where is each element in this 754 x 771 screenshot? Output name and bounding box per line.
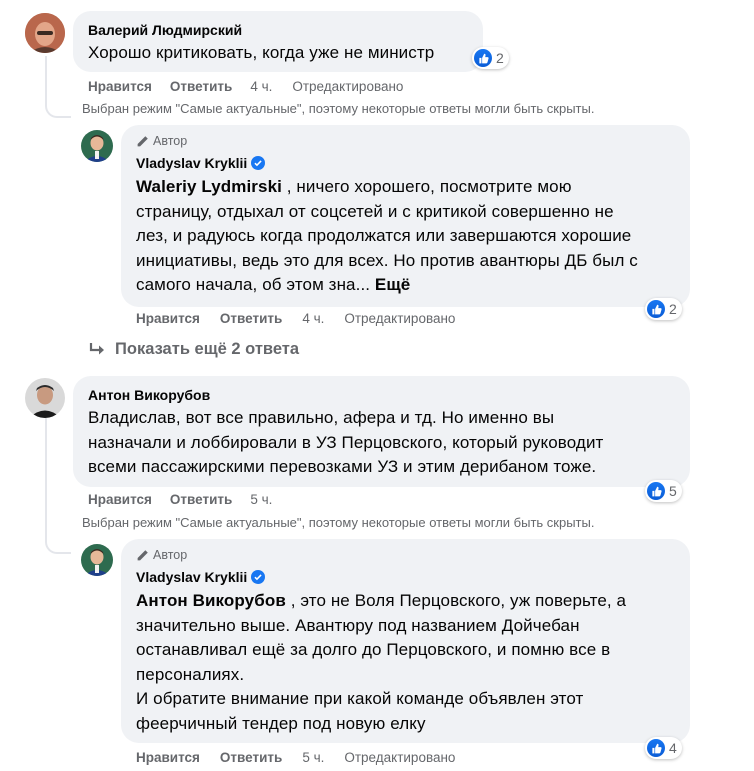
comment-line: Антон Викорубов , это не Воля Перцовског… (136, 589, 681, 614)
like-button[interactable]: Нравится (136, 311, 200, 326)
comment-text: Waleriy Lydmirski , ничего хорошего, пос… (136, 175, 681, 298)
comment-text: Владислав, вот все правильно, афера и тд… (88, 406, 688, 480)
author-badge-label: Автор (153, 548, 188, 562)
reaction-count[interactable]: 4 (645, 737, 682, 759)
comment-actions: Нравится Ответить 4 ч. Отредактировано (136, 311, 455, 326)
thread-connector (45, 418, 71, 554)
comment-line: значительно выше. Авантюру под названием… (136, 615, 580, 635)
author-name[interactable]: Vladyslav Kryklii (136, 569, 247, 585)
comment-line: назначали и лоббировали в УЗ Перцовского… (88, 432, 604, 452)
show-more-label: Показать ещё 2 ответа (115, 340, 300, 358)
mention-link[interactable]: Антон Викорубов (136, 591, 286, 610)
avatar[interactable] (81, 544, 113, 576)
comment-time[interactable]: 4 ч. (250, 79, 272, 94)
avatar-photo-icon (25, 378, 65, 418)
comment-line: останавливал ещё за долго до Перцовского… (136, 640, 611, 659)
comment-line: Waleriy Lydmirski , ничего хорошего, пос… (136, 175, 681, 200)
verified-badge-icon (251, 156, 266, 170)
comment-line-text: , ничего хорошего, посмотрите мою (286, 177, 572, 196)
like-button[interactable]: Нравится (88, 492, 152, 507)
sort-notice: Выбран режим "Самые актуальные", поэтому… (82, 515, 595, 530)
comment-line: страницу, отдыхал от соцсетей и с критик… (136, 201, 614, 221)
edited-label: Отредактировано (292, 79, 404, 94)
reaction-number: 4 (669, 740, 677, 756)
comment-line: лез, и радуюсь когда продолжатся или зав… (136, 226, 632, 245)
comment-line: инициативы, ведь это для всех. Но против… (136, 250, 638, 270)
comment-line-text: самого начала, об этом зна... (136, 275, 371, 294)
comment-time[interactable]: 5 ч. (302, 750, 324, 765)
reply-button[interactable]: Ответить (220, 311, 282, 326)
comment-line-text: , это не Воля Перцовского, уж поверьте, … (290, 591, 627, 610)
see-more-link[interactable]: Ещё (375, 275, 410, 294)
sort-notice: Выбран режим "Самые актуальные", поэтому… (82, 101, 595, 116)
comment-author[interactable]: Валерий Людмирский (88, 22, 242, 38)
reply-arrow-icon (89, 342, 104, 354)
comment-time[interactable]: 4 ч. (302, 311, 324, 326)
reply-button[interactable]: Ответить (220, 750, 282, 765)
reaction-number: 5 (669, 483, 677, 499)
reaction-count[interactable]: 2 (645, 298, 682, 320)
reaction-count[interactable]: 5 (645, 480, 682, 502)
avatar-photo-icon (81, 130, 113, 162)
verified-badge-icon (251, 570, 266, 584)
comment-time[interactable]: 5 ч. (250, 492, 272, 507)
avatar[interactable] (81, 130, 113, 162)
comment-author[interactable]: Антон Викорубов (88, 387, 210, 403)
edited-label: Отредактировано (344, 750, 456, 765)
like-reaction-icon (647, 482, 665, 500)
comment-line: всеми пассажирскими перевозками УЗ и эти… (88, 457, 597, 476)
comment-line: феерчичный тендер под новую елку (136, 713, 426, 733)
comment-author[interactable]: Vladyslav Kryklii (136, 569, 266, 585)
avatar-photo-icon (81, 544, 113, 576)
like-button[interactable]: Нравится (88, 79, 152, 94)
avatar[interactable] (25, 13, 65, 53)
comment-line: Владислав, вот все правильно, афера и тд… (88, 408, 555, 427)
comment-line: персоналиях. (136, 664, 245, 684)
reply-button[interactable]: Ответить (170, 79, 232, 94)
reaction-number: 2 (496, 50, 504, 66)
comment-line: И обратите внимание при какой команде об… (136, 689, 584, 708)
author-badge-label: Автор (153, 134, 188, 148)
author-badge: Автор (136, 548, 187, 562)
comment-text: Хорошо критиковать, когда уже не министр (88, 43, 435, 62)
comment-actions: Нравится Ответить 4 ч. Отредактировано (88, 79, 403, 94)
pencil-icon (137, 549, 148, 560)
reaction-number: 2 (669, 301, 677, 317)
comment-text: Антон Викорубов , это не Воля Перцовског… (136, 589, 681, 736)
edited-label: Отредактировано (344, 311, 456, 326)
pencil-icon (137, 135, 148, 146)
like-reaction-icon (474, 49, 492, 67)
like-reaction-icon (647, 300, 665, 318)
author-badge: Автор (136, 134, 187, 148)
reply-button[interactable]: Ответить (170, 492, 232, 507)
like-reaction-icon (647, 739, 665, 757)
comment-actions: Нравится Ответить 5 ч. Отредактировано (136, 750, 455, 765)
avatar[interactable] (25, 378, 65, 418)
thread-connector (45, 56, 71, 118)
mention-link[interactable]: Waleriy Lydmirski (136, 177, 282, 196)
author-name[interactable]: Vladyslav Kryklii (136, 155, 247, 171)
reaction-count[interactable]: 2 (472, 47, 509, 69)
comment-line: самого начала, об этом зна... Ещё (136, 273, 681, 298)
comment-actions: Нравится Ответить 5 ч. (88, 492, 272, 507)
comment-author[interactable]: Vladyslav Kryklii (136, 155, 266, 171)
like-button[interactable]: Нравится (136, 750, 200, 765)
show-more-replies-button[interactable]: Показать ещё 2 ответа (89, 340, 299, 359)
avatar-photo-icon (25, 13, 65, 53)
